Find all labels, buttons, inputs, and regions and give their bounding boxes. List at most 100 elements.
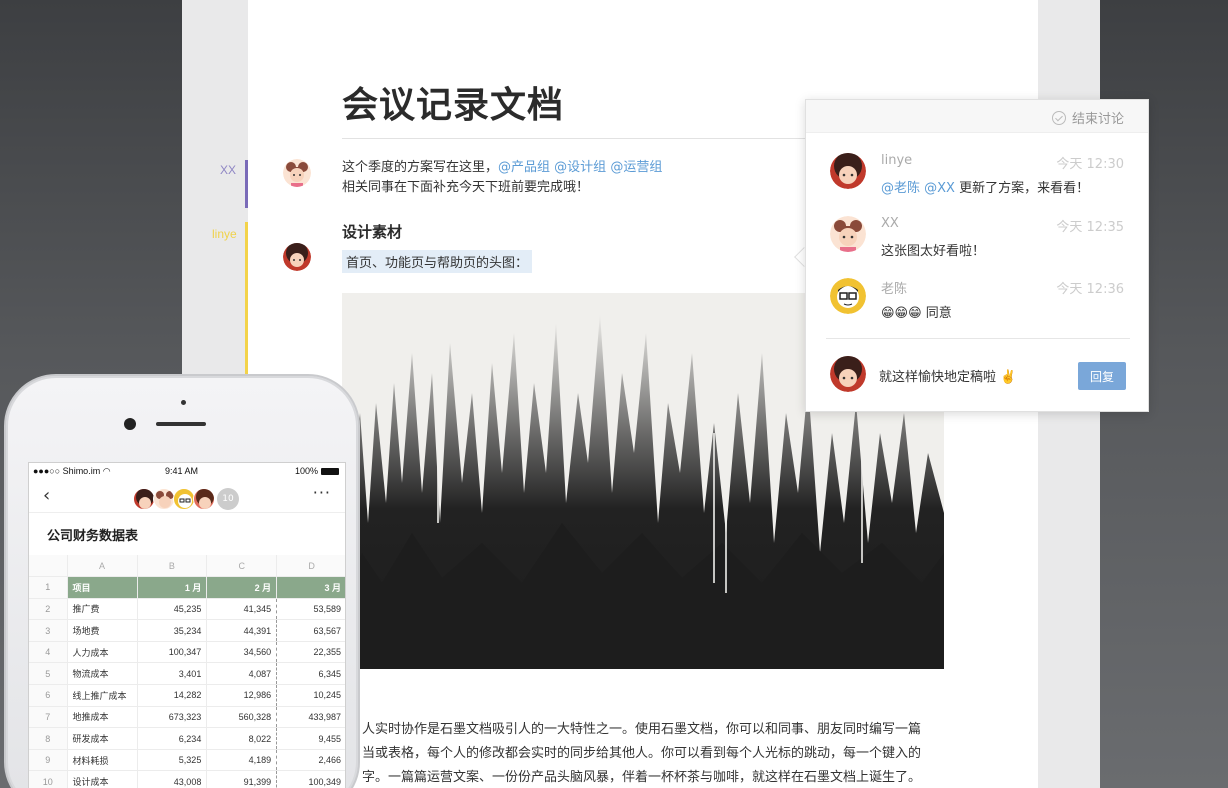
comment-mentions[interactable]: @老陈 @XX: [881, 181, 955, 196]
table-cell[interactable]: 6,234: [137, 727, 208, 750]
reply-input[interactable]: 就这样愉快地定稿啦 ✌️: [879, 366, 1016, 385]
table-cell[interactable]: 推广费: [67, 598, 138, 621]
table-cell[interactable]: 22,355: [276, 641, 345, 664]
table-cell[interactable]: 12,986: [206, 684, 278, 707]
phone-speaker: [156, 422, 206, 426]
cursor-label-linye: linye: [212, 227, 237, 241]
comment-time: 今天 12:36: [1056, 282, 1124, 297]
table-cell[interactable]: 91,399: [206, 770, 278, 788]
table-cell[interactable]: 项目: [67, 576, 138, 599]
mention-ops[interactable]: @运营组: [610, 160, 662, 175]
table-cell[interactable]: 4,087: [206, 662, 278, 686]
collaborator-count-badge[interactable]: 10: [217, 488, 239, 510]
mention-design[interactable]: @设计组: [554, 160, 606, 175]
table-cell[interactable]: 53,589: [276, 598, 345, 621]
battery-text: 100%: [294, 466, 318, 476]
row-number[interactable]: 9: [29, 749, 68, 772]
table-cell[interactable]: 设计成本: [67, 770, 138, 788]
table-cell[interactable]: 44,391: [206, 619, 278, 642]
table-cell[interactable]: 4,189: [206, 749, 278, 772]
comment-popup-header: 结束讨论: [806, 100, 1148, 133]
sheet-title: 公司财务数据表: [47, 529, 139, 544]
end-discussion-button[interactable]: 结束讨论: [1051, 108, 1124, 127]
table-cell[interactable]: 34,560: [206, 641, 278, 664]
comment-time: 今天 12:30: [1056, 157, 1124, 172]
more-icon[interactable]: ···: [313, 483, 331, 502]
table-cell[interactable]: 10,245: [276, 684, 345, 707]
table-cell[interactable]: 35,234: [137, 619, 208, 642]
cursor-label-xx: XX: [220, 163, 237, 177]
highlighted-text[interactable]: 首页、功能页与帮助页的头图：: [342, 250, 533, 273]
row-number[interactable]: 6: [29, 684, 68, 707]
table-cell[interactable]: 材料耗损: [67, 749, 138, 772]
table-cell[interactable]: 地推成本: [67, 706, 138, 729]
reply-button[interactable]: 回复: [1078, 362, 1126, 390]
corner-cell[interactable]: [29, 555, 68, 578]
body-line-3: 字。一篇篇运营文案、一份份产品头脑风暴，伴着一杯杯茶与咖啡，就这样在石墨文档上诞…: [362, 770, 922, 785]
table-cell[interactable]: 41,345: [206, 598, 278, 621]
row-number[interactable]: 7: [29, 706, 68, 729]
table-cell[interactable]: 100,347: [137, 641, 208, 664]
column-header[interactable]: C: [206, 555, 278, 578]
row-number[interactable]: 8: [29, 727, 68, 750]
table-cell[interactable]: 2,466: [276, 749, 345, 772]
spreadsheet-grid: A B C D 1 项目 1 月 2 月 3 月 2 推广费 45,235 41,34…: [29, 555, 345, 788]
table-cell[interactable]: 43,008: [137, 770, 208, 788]
row-number[interactable]: 2: [29, 598, 68, 621]
avatar-linye[interactable]: [830, 153, 866, 189]
table-cell[interactable]: 8,022: [206, 727, 278, 750]
comment-popup: 结束讨论 linye 今天 12:30 @老陈 @XX 更新了方案，来看看！ X…: [805, 99, 1149, 412]
table-cell[interactable]: 14,282: [137, 684, 208, 707]
table-cell[interactable]: 9,455: [276, 727, 345, 750]
table-cell[interactable]: 6,345: [276, 662, 345, 686]
table-cell[interactable]: 5,325: [137, 749, 208, 772]
phone-sensor: [181, 400, 186, 405]
back-icon[interactable]: ‹: [43, 485, 50, 506]
row-number[interactable]: 1: [29, 576, 68, 599]
status-time: 9:41 AM: [165, 466, 199, 476]
column-header[interactable]: D: [276, 555, 345, 578]
collaborator-avatar-icon[interactable]: [193, 488, 215, 510]
table-cell[interactable]: 63,567: [276, 619, 345, 642]
table-cell[interactable]: 研发成本: [67, 727, 138, 750]
table-cell[interactable]: 433,987: [276, 706, 345, 729]
table-row: 6 线上推广成本 14,282 12,986 10,245: [29, 684, 345, 707]
popup-divider: [826, 338, 1130, 339]
carrier-text: ●●●○○ Shimo.im: [33, 466, 103, 476]
row-number[interactable]: 4: [29, 641, 68, 664]
table-cell[interactable]: 线上推广成本: [67, 684, 138, 707]
collaborator-avatar-icon[interactable]: [133, 488, 155, 510]
table-cell[interactable]: 100,349: [276, 770, 345, 788]
status-battery: 100%: [295, 466, 339, 476]
avatar-current-user[interactable]: [830, 356, 866, 392]
comment-text: 这张图太好看啦！: [881, 244, 986, 259]
row-number[interactable]: 3: [29, 619, 68, 642]
table-cell[interactable]: 人力成本: [67, 641, 138, 664]
mention-product[interactable]: @产品组: [498, 160, 550, 175]
table-cell[interactable]: 560,328: [206, 706, 278, 729]
avatar-laochen[interactable]: [830, 278, 866, 314]
table-cell[interactable]: 3 月: [276, 576, 345, 599]
table-row: 2 推广费 45,235 41,345 53,589: [29, 598, 345, 621]
table-cell[interactable]: 1 月: [137, 576, 208, 599]
avatar-xx[interactable]: [830, 216, 866, 252]
table-row: 5 物流成本 3,401 4,087 6,345: [29, 662, 345, 686]
row-number[interactable]: 10: [29, 770, 68, 788]
table-row: 4 人力成本 100,347 34,560 22,355: [29, 641, 345, 664]
collaborator-avatar-icon[interactable]: [173, 488, 195, 510]
table-cell[interactable]: 物流成本: [67, 662, 138, 686]
row-number[interactable]: 5: [29, 662, 68, 686]
avatar-linye[interactable]: [283, 243, 311, 271]
phone-camera: [124, 418, 136, 430]
collaborator-avatar-icon[interactable]: [153, 488, 175, 510]
intro-text-2: 相关同事在下面补充今天下班前要完成哦！: [342, 180, 590, 195]
cursor-bar-xx: [245, 160, 248, 208]
table-cell[interactable]: 45,235: [137, 598, 208, 621]
column-header[interactable]: A: [67, 555, 138, 578]
table-cell[interactable]: 场地费: [67, 619, 138, 642]
column-header[interactable]: B: [137, 555, 208, 578]
table-cell[interactable]: 2 月: [206, 576, 278, 599]
table-cell[interactable]: 3,401: [137, 662, 208, 686]
avatar-xx[interactable]: [283, 159, 311, 187]
table-cell[interactable]: 673,323: [137, 706, 208, 729]
